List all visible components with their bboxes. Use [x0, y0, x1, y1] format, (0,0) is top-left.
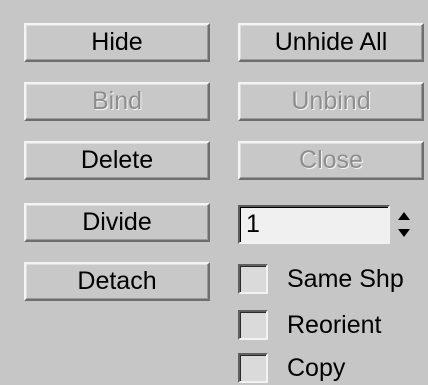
- copy-option[interactable]: Copy: [238, 351, 345, 385]
- copy-checkbox[interactable]: [238, 353, 268, 383]
- reorient-checkbox[interactable]: [238, 310, 268, 340]
- divide-count-field[interactable]: 1: [238, 205, 390, 244]
- copy-label: Copy: [287, 353, 346, 382]
- unhide-all-button[interactable]: Unhide All: [238, 23, 424, 62]
- spinner-up-arrow-icon[interactable]: [398, 212, 410, 220]
- delete-button[interactable]: Delete: [24, 141, 210, 180]
- reorient-option[interactable]: Reorient: [238, 308, 382, 342]
- divide-button[interactable]: Divide: [24, 203, 210, 242]
- close-button[interactable]: Close: [238, 141, 424, 180]
- spinner-down-arrow-icon[interactable]: [398, 229, 410, 237]
- reorient-label: Reorient: [287, 310, 382, 339]
- hide-button[interactable]: Hide: [24, 23, 210, 62]
- detach-button[interactable]: Detach: [24, 262, 210, 301]
- bind-button[interactable]: Bind: [24, 82, 210, 121]
- same-shp-checkbox[interactable]: [238, 264, 268, 294]
- geometry-tools-panel: Hide Unhide All Bind Unbind Delete Close…: [0, 0, 428, 384]
- divide-count-value: 1: [246, 210, 260, 238]
- same-shp-option[interactable]: Same Shp: [238, 262, 404, 296]
- divide-count-spinner[interactable]: [392, 207, 417, 243]
- same-shp-label: Same Shp: [287, 264, 404, 293]
- unbind-button[interactable]: Unbind: [238, 82, 424, 121]
